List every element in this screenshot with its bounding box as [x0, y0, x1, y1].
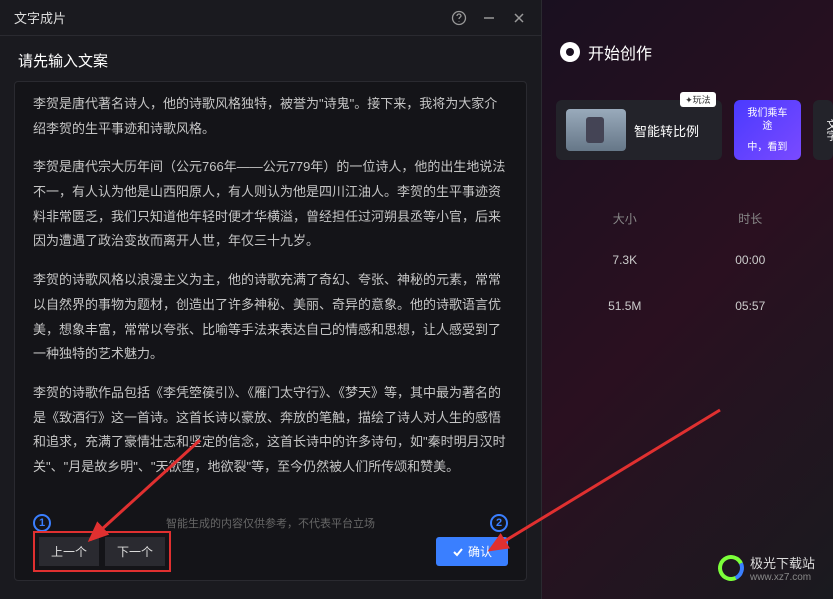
annotation-marker-1: 1 — [33, 514, 51, 532]
card-badge: ✦玩法 — [680, 92, 716, 107]
disclaimer-text: 智能生成的内容仅供参考，不代表平台立场 — [51, 515, 490, 531]
next-button[interactable]: 下一个 — [105, 537, 165, 566]
section-title: 请先输入文案 — [0, 36, 541, 81]
generated-text: 李贺是唐代著名诗人，他的诗歌风格独特，被誉为"诗鬼"。接下来，我将为大家介绍李贺… — [33, 92, 508, 492]
right-header-title: 开始创作 — [588, 40, 652, 64]
content-box: 李贺是唐代著名诗人，他的诗歌风格独特，被誉为"诗鬼"。接下来，我将为大家介绍李贺… — [14, 81, 527, 581]
card-partial[interactable]: 文字 — [813, 100, 833, 160]
card-smart-ratio[interactable]: ✦玩法 智能转比例 — [556, 100, 722, 160]
card-text-video[interactable]: 我们乘车途 中，看到 — [734, 100, 801, 160]
prev-button[interactable]: 上一个 — [39, 537, 99, 566]
table-row[interactable]: 51.5M 05:57 — [542, 283, 833, 329]
annotation-marker-2: 2 — [490, 514, 508, 532]
table-header: 大小 时长 — [542, 160, 833, 237]
nav-button-group: 上一个 下一个 — [33, 531, 171, 572]
col-duration-header: 时长 — [688, 210, 814, 227]
close-icon[interactable] — [511, 10, 527, 26]
modal-title: 文字成片 — [14, 8, 66, 27]
card-thumbnail — [566, 109, 626, 151]
hub-icon — [560, 42, 580, 62]
confirm-button[interactable]: 确认 — [436, 537, 508, 566]
col-size-header: 大小 — [562, 210, 688, 227]
minimize-icon[interactable] — [481, 10, 497, 26]
card-label: 智能转比例 — [634, 121, 699, 140]
watermark-logo: 极光下载站 www.xz7.com — [718, 553, 815, 583]
logo-icon — [714, 551, 747, 584]
help-icon[interactable] — [451, 10, 467, 26]
table-row[interactable]: 7.3K 00:00 — [542, 237, 833, 283]
check-icon — [452, 546, 464, 558]
